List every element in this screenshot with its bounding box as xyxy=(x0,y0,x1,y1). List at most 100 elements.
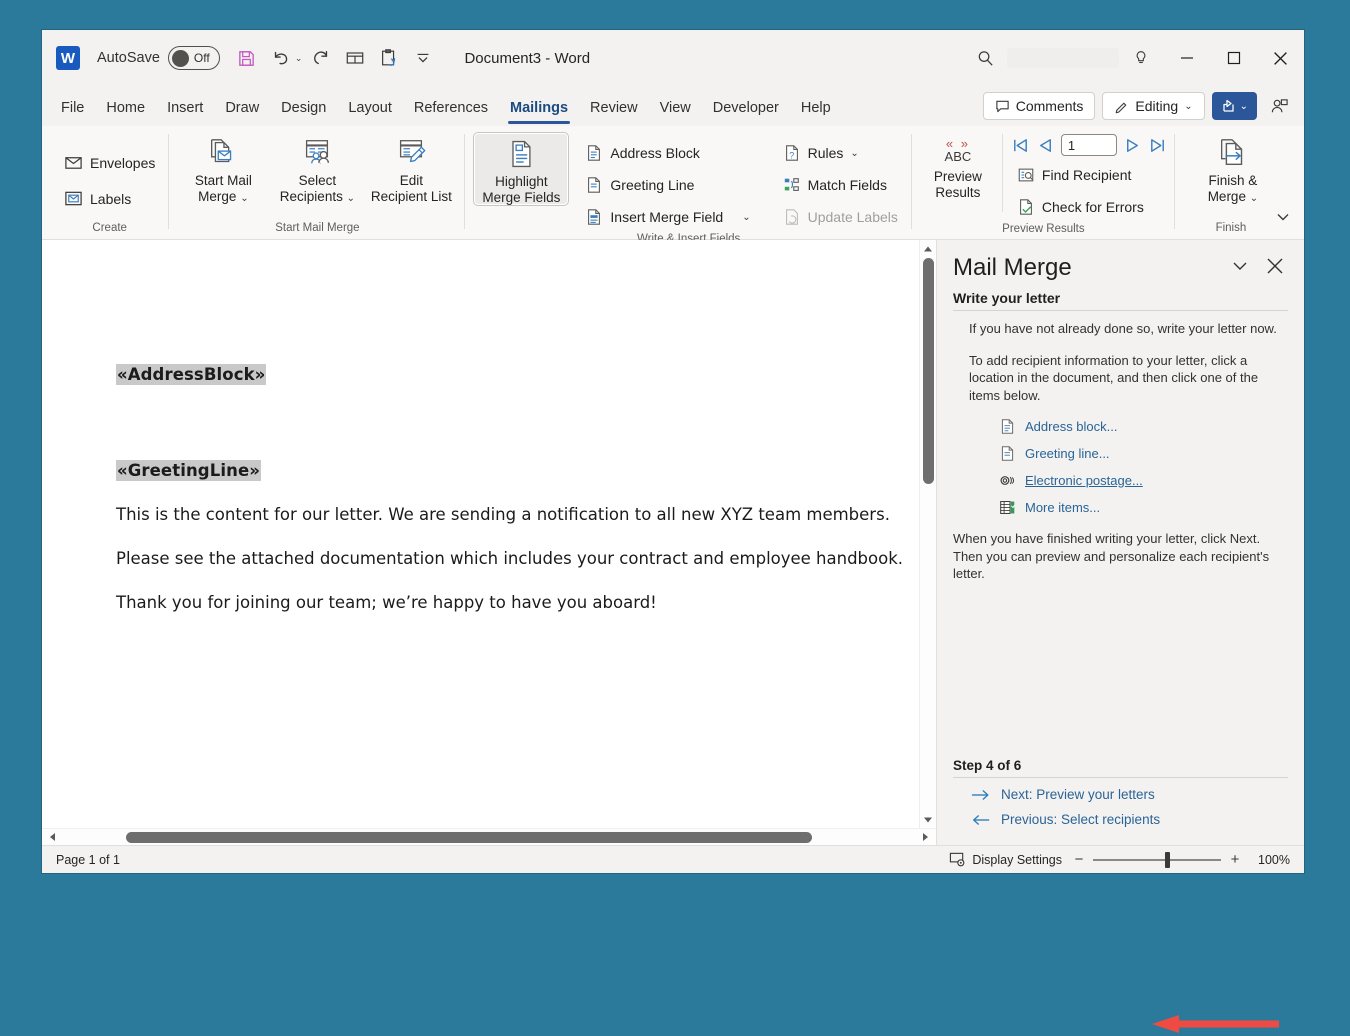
merge-field-greetingline[interactable]: «GreetingLine» xyxy=(116,460,261,481)
tab-mailings[interactable]: Mailings xyxy=(499,98,579,126)
highlight-merge-fields-button[interactable]: Highlight Merge Fields xyxy=(473,132,569,206)
status-bar-right: Display Settings − + 100% xyxy=(949,851,1290,868)
find-recipient-button[interactable]: Find Recipient xyxy=(1011,160,1167,190)
share-button[interactable]: ⌄ xyxy=(1212,92,1257,120)
chevron-down-icon[interactable]: ⌄ xyxy=(742,212,750,223)
record-number-input[interactable]: 1 xyxy=(1061,134,1117,156)
rules-label: Rules xyxy=(808,145,844,161)
paragraph-body-1: This is the content for our letter. We a… xyxy=(116,504,919,525)
tab-developer[interactable]: Developer xyxy=(702,98,790,126)
redo-icon[interactable] xyxy=(306,43,336,73)
chevron-down-icon[interactable]: ⌄ xyxy=(1250,193,1258,204)
zoom-in-button[interactable]: + xyxy=(1229,851,1241,868)
tab-home[interactable]: Home xyxy=(95,98,156,126)
start-mail-merge-button[interactable]: Start Mail Merge ⌄ xyxy=(177,132,269,206)
task-pane-step-label: Step 4 of 6 xyxy=(953,758,1288,778)
match-fields-icon xyxy=(783,176,801,194)
page-count-label[interactable]: Page 1 of 1 xyxy=(56,853,120,867)
edit-recipient-list-button[interactable]: Edit Recipient List xyxy=(365,132,457,204)
check-for-errors-icon xyxy=(1017,198,1035,216)
task-pane-link-more-items[interactable]: More items... xyxy=(999,499,1288,516)
last-record-icon[interactable] xyxy=(1148,136,1167,155)
scroll-up-arrow-icon[interactable] xyxy=(923,240,933,257)
ribbon-group-start-mail-merge: Start Mail Merge ⌄ Select Recipients ⌄ xyxy=(169,126,465,239)
undo-icon[interactable] xyxy=(266,43,296,73)
maximize-icon[interactable] xyxy=(1210,30,1257,86)
task-pane-link-electronic-postage[interactable]: Electronic postage... xyxy=(999,472,1288,489)
ribbon-group-write-insert-fields: Highlight Merge Fields Address Block Gre… xyxy=(465,126,912,239)
chevron-down-icon[interactable] xyxy=(1230,256,1250,281)
document-canvas[interactable]: «AddressBlock» «GreetingLine» This is th… xyxy=(42,240,919,828)
match-fields-button[interactable]: Match Fields xyxy=(777,170,904,200)
zoom-slider[interactable]: − + xyxy=(1073,851,1241,868)
editing-button[interactable]: Editing ⌄ xyxy=(1102,92,1204,120)
task-pane-link-list: Address block... Greeting line... Electr… xyxy=(999,418,1288,516)
insert-merge-field-button[interactable]: Insert Merge Field ⌄ xyxy=(579,202,756,232)
share-with-people-icon[interactable] xyxy=(1264,92,1294,120)
edit-recipient-list-icon xyxy=(394,135,428,171)
previous-step-link[interactable]: Previous: Select recipients xyxy=(971,812,1288,827)
tab-layout[interactable]: Layout xyxy=(337,98,403,126)
table-icon[interactable] xyxy=(340,43,370,73)
document-horizontal-scrollbar[interactable] xyxy=(42,828,936,845)
tell-me-icon[interactable] xyxy=(1119,38,1163,78)
customize-quick-access-toolbar-icon[interactable] xyxy=(408,43,438,73)
first-record-icon[interactable] xyxy=(1011,136,1030,155)
scroll-down-arrow-icon[interactable] xyxy=(923,811,933,828)
tab-design[interactable]: Design xyxy=(270,98,337,126)
previous-record-icon[interactable] xyxy=(1036,136,1055,155)
undo-dropdown-icon[interactable]: ⌄ xyxy=(295,53,303,64)
chevron-down-icon[interactable]: ⌄ xyxy=(1184,101,1192,112)
tab-file[interactable]: File xyxy=(50,98,95,126)
task-pane-link-greeting-line[interactable]: Greeting line... xyxy=(999,445,1288,462)
address-block-button[interactable]: Address Block xyxy=(579,138,756,168)
merge-field-addressblock[interactable]: «AddressBlock» xyxy=(116,364,266,385)
chevron-down-icon[interactable]: ⌄ xyxy=(347,193,355,204)
save-icon[interactable] xyxy=(232,43,262,73)
tab-review[interactable]: Review xyxy=(579,98,649,126)
tab-draw[interactable]: Draw xyxy=(214,98,270,126)
tab-insert[interactable]: Insert xyxy=(156,98,214,126)
zoom-out-button[interactable]: − xyxy=(1073,851,1085,868)
minimize-icon[interactable] xyxy=(1163,30,1210,86)
document-page[interactable]: «AddressBlock» «GreetingLine» This is th… xyxy=(50,240,919,828)
rules-button[interactable]: ? Rules ⌄ xyxy=(777,138,904,168)
select-recipients-button[interactable]: Select Recipients ⌄ xyxy=(271,132,363,206)
next-step-link[interactable]: Next: Preview your letters xyxy=(971,787,1288,802)
collapse-ribbon-icon[interactable] xyxy=(1270,205,1296,229)
vertical-scroll-thumb[interactable] xyxy=(923,258,934,484)
greeting-line-button[interactable]: Greeting Line xyxy=(579,170,756,200)
finish-and-merge-button[interactable]: Finish & Merge ⌄ xyxy=(1187,132,1279,206)
search-input[interactable] xyxy=(1007,48,1119,68)
scroll-left-arrow-icon[interactable] xyxy=(42,832,62,842)
tab-view[interactable]: View xyxy=(649,98,702,126)
chevron-down-icon[interactable]: ⌄ xyxy=(240,193,248,204)
zoom-level-label[interactable]: 100% xyxy=(1252,853,1290,867)
close-icon[interactable] xyxy=(1257,30,1304,86)
preview-results-button[interactable]: « » ABC Preview Results xyxy=(920,132,996,200)
comments-button[interactable]: Comments xyxy=(983,92,1096,120)
task-pane-link-address-block[interactable]: Address block... xyxy=(999,418,1288,435)
tab-help[interactable]: Help xyxy=(790,98,842,126)
paste-options-icon[interactable] xyxy=(374,43,404,73)
quick-access-toolbar: ⌄ xyxy=(232,43,439,73)
share-dropdown-icon[interactable]: ⌄ xyxy=(1240,101,1248,112)
status-bar: Page 1 of 1 Display Settings − + 100% xyxy=(42,845,1304,873)
highlight-merge-fields-icon xyxy=(505,136,537,172)
labels-button[interactable]: Labels xyxy=(58,184,137,214)
chevron-down-icon[interactable]: ⌄ xyxy=(850,148,858,159)
close-icon[interactable] xyxy=(1266,257,1284,280)
scroll-right-arrow-icon[interactable] xyxy=(916,832,936,842)
search-icon[interactable] xyxy=(963,38,1007,78)
zoom-track[interactable] xyxy=(1093,859,1221,861)
next-record-icon[interactable] xyxy=(1123,136,1142,155)
tab-references[interactable]: References xyxy=(403,98,499,126)
display-settings-button[interactable]: Display Settings xyxy=(949,851,1062,868)
autosave-toggle[interactable]: Off xyxy=(168,46,220,70)
envelopes-button[interactable]: Envelopes xyxy=(58,148,161,178)
zoom-handle[interactable] xyxy=(1165,852,1170,868)
horizontal-scroll-thumb[interactable] xyxy=(126,832,812,843)
check-for-errors-button[interactable]: Check for Errors xyxy=(1011,192,1167,222)
document-vertical-scrollbar[interactable] xyxy=(919,240,936,828)
comment-icon xyxy=(995,99,1010,114)
